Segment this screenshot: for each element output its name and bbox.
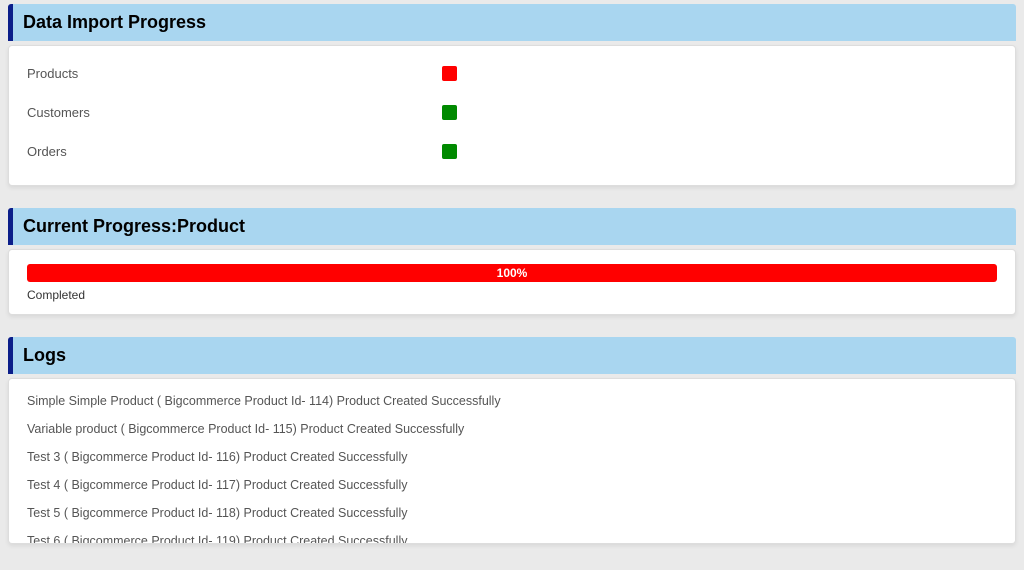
log-line: Test 6 ( Bigcommerce Product Id- 119) Pr… [27, 527, 997, 544]
import-progress-body: Products Customers Orders [8, 45, 1016, 186]
progress-status-text: Completed [27, 288, 997, 302]
import-progress-panel: Data Import Progress Products Customers … [8, 4, 1016, 186]
import-progress-title: Data Import Progress [8, 4, 1016, 41]
status-icon-products [442, 66, 457, 81]
log-line: Test 3 ( Bigcommerce Product Id- 116) Pr… [27, 443, 997, 471]
status-icon-orders [442, 144, 457, 159]
progress-bar: 100% [27, 264, 997, 282]
logs-body[interactable]: Simple Simple Product ( Bigcommerce Prod… [8, 378, 1016, 544]
logs-title: Logs [8, 337, 1016, 374]
import-row-orders: Orders [27, 132, 997, 171]
import-row-products: Products [27, 54, 997, 93]
log-line: Simple Simple Product ( Bigcommerce Prod… [27, 387, 997, 415]
import-row-customers: Customers [27, 93, 997, 132]
current-progress-title: Current Progress:Product [8, 208, 1016, 245]
status-icon-customers [442, 105, 457, 120]
log-line: Variable product ( Bigcommerce Product I… [27, 415, 997, 443]
log-line: Test 4 ( Bigcommerce Product Id- 117) Pr… [27, 471, 997, 499]
current-progress-panel: Current Progress:Product 100% Completed [8, 208, 1016, 315]
logs-panel: Logs Simple Simple Product ( Bigcommerce… [8, 337, 1016, 544]
import-label-orders: Orders [27, 144, 442, 159]
log-line: Test 5 ( Bigcommerce Product Id- 118) Pr… [27, 499, 997, 527]
current-progress-body: 100% Completed [8, 249, 1016, 315]
import-label-customers: Customers [27, 105, 442, 120]
import-label-products: Products [27, 66, 442, 81]
